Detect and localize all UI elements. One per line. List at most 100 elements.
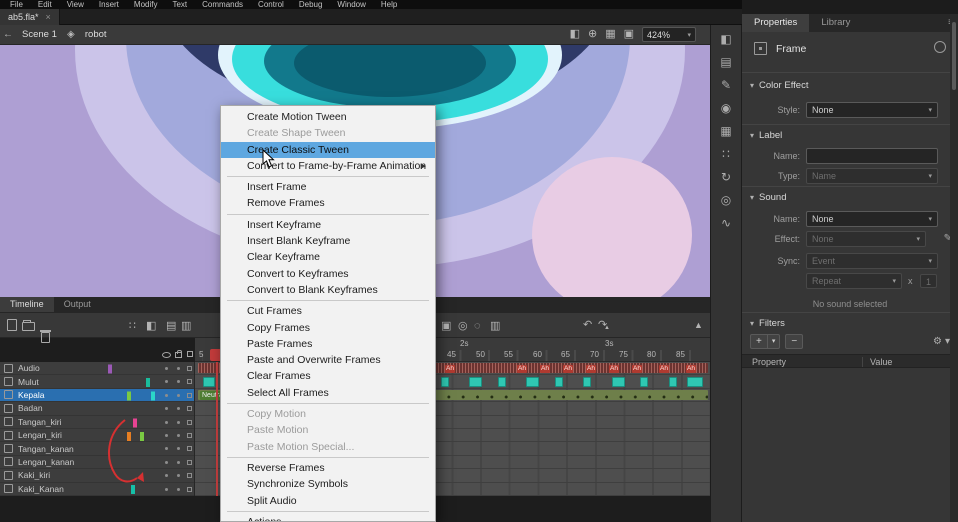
center-frame-icon[interactable]: ▣ (441, 320, 451, 332)
info-panel-icon[interactable]: ◉ (721, 102, 731, 114)
breadcrumb-scene[interactable]: Scene 1 (22, 29, 57, 40)
menu-item-remove-frames[interactable]: Remove Frames (221, 195, 435, 211)
sound-name-dropdown[interactable]: None ▾ (806, 211, 938, 227)
section-filters[interactable]: Filters (750, 318, 785, 329)
menu-item-convert-to-keyframes[interactable]: Convert to Keyframes (221, 266, 435, 282)
style-dropdown[interactable]: None ▾ (806, 102, 938, 118)
clip-content-icon[interactable]: ▣ (624, 27, 634, 40)
zoom-select[interactable]: 424% ▾ (642, 27, 696, 42)
chevron-down-icon[interactable]: ▾ (767, 335, 780, 348)
onion-outline-icon[interactable]: ◌ (474, 320, 481, 332)
section-label[interactable]: Label (750, 130, 782, 141)
dot-grid-icon[interactable]: ∷ (129, 320, 136, 332)
fragments-panel-icon[interactable]: ∷ (722, 148, 730, 160)
menu-help[interactable]: Help (381, 0, 397, 9)
plus-icon[interactable]: + (751, 335, 767, 348)
remove-filter-button[interactable]: − (785, 334, 803, 349)
menu-item-insert-frame[interactable]: Insert Frame (221, 179, 435, 195)
menu-item-split-audio[interactable]: Split Audio (221, 493, 435, 509)
frames-panel-icon[interactable]: ▤ (720, 56, 731, 68)
menu-item-insert-keyframe[interactable]: Insert Keyframe (221, 217, 435, 233)
panel-options-icon[interactable] (934, 41, 946, 53)
pencil-panel-icon[interactable]: ✎ (721, 79, 731, 91)
sound-name-label: Name: (742, 211, 800, 228)
keyframe-cell[interactable] (669, 377, 677, 388)
camera-icon[interactable]: ◧ (570, 27, 580, 40)
advanced-layers-icon[interactable]: ▤ (166, 320, 176, 332)
step-back-icon[interactable]: ↶ (583, 319, 592, 331)
section-color-effect[interactable]: Color Effect (750, 80, 808, 91)
tab-properties[interactable]: Properties (742, 14, 809, 32)
menu-item-paste-overwrite-frames[interactable]: Paste and Overwrite Frames (221, 352, 435, 368)
keyframe-cell[interactable] (612, 377, 625, 388)
keyframe-cell[interactable] (583, 377, 591, 388)
eye-column-icon[interactable] (162, 352, 171, 358)
menu-item-paste-frames[interactable]: Paste Frames (221, 336, 435, 352)
scrollbar-thumb[interactable] (952, 22, 956, 90)
menu-view[interactable]: View (67, 0, 84, 9)
breadcrumb-symbol[interactable]: robot (85, 29, 107, 40)
target-panel-icon[interactable]: ◎ (721, 194, 731, 206)
menu-file[interactable]: File (10, 0, 23, 9)
section-sound[interactable]: Sound (750, 192, 787, 203)
menu-item-select-all-frames[interactable]: Select All Frames (221, 385, 435, 401)
menu-item-cut-frames[interactable]: Cut Frames (221, 303, 435, 319)
playhead-line[interactable] (216, 362, 218, 496)
menu-item-create-classic-tween[interactable]: Create Classic Tween (221, 142, 435, 158)
menu-edit[interactable]: Edit (38, 0, 52, 9)
keyframe-cell[interactable] (640, 377, 648, 388)
zoom-out-icon[interactable]: ▲ (604, 322, 610, 334)
layer-panel-icon[interactable]: ▥ (181, 320, 191, 332)
menu-item-convert-to-blank-keyframes[interactable]: Convert to Blank Keyframes (221, 282, 435, 298)
keyframe-cell[interactable] (555, 377, 563, 388)
document-tab[interactable]: ab5.fla* × (0, 9, 60, 25)
edit-multiple-frames-icon[interactable]: ▥ (490, 320, 500, 332)
menu-item-insert-blank-keyframe[interactable]: Insert Blank Keyframe (221, 233, 435, 249)
camera-layer-icon[interactable]: ◧ (146, 320, 156, 332)
menu-control[interactable]: Control (258, 0, 284, 9)
menu-text[interactable]: Text (172, 0, 187, 9)
menu-item-clear-frames[interactable]: Clear Frames (221, 368, 435, 384)
menu-item-actions[interactable]: Actions (221, 514, 435, 522)
tab-library[interactable]: Library (809, 14, 862, 32)
menu-commands[interactable]: Commands (202, 0, 243, 9)
grid-panel-icon[interactable]: ▦ (720, 125, 731, 137)
delete-layer-icon[interactable] (41, 332, 50, 343)
graph-panel-icon[interactable]: ∿ (721, 217, 731, 229)
menu-item-synchronize-symbols[interactable]: Synchronize Symbols (221, 476, 435, 492)
scrollbar[interactable] (950, 14, 958, 522)
menu-insert[interactable]: Insert (99, 0, 119, 9)
tab-output[interactable]: Output (54, 297, 101, 312)
keyframe-cell[interactable] (203, 377, 215, 388)
new-folder-icon[interactable] (22, 322, 35, 331)
tab-timeline[interactable]: Timeline (0, 297, 54, 312)
fit-stage-icon[interactable]: ⊕ (588, 27, 597, 40)
keyframe-cell[interactable] (441, 377, 449, 388)
new-layer-icon[interactable] (7, 319, 17, 331)
camera-panel-icon[interactable]: ◧ (720, 33, 731, 45)
menu-item-reverse-frames[interactable]: Reverse Frames (221, 460, 435, 476)
close-tab-icon[interactable]: × (46, 12, 51, 22)
grid-icon[interactable]: ▦ (605, 27, 615, 40)
menu-window[interactable]: Window (337, 0, 365, 9)
menu-item-convert-frame-by-frame[interactable]: Convert to Frame-by-Frame Animation▶ (221, 158, 435, 174)
zoom-in-icon[interactable]: ▲ (694, 319, 703, 331)
menu-item-copy-frames[interactable]: Copy Frames (221, 320, 435, 336)
menu-item-clear-keyframe[interactable]: Clear Keyframe (221, 249, 435, 265)
add-filter-button[interactable]: + ▾ (750, 334, 780, 349)
minus-icon[interactable]: − (786, 335, 802, 348)
keyframe-cell[interactable] (498, 377, 506, 388)
label-name-input[interactable] (806, 148, 938, 164)
gear-icon[interactable]: ⚙ (933, 336, 942, 347)
keyframe-cell[interactable] (687, 377, 703, 388)
history-panel-icon[interactable]: ↻ (721, 171, 731, 183)
lock-column-icon[interactable] (175, 352, 182, 358)
menu-debug[interactable]: Debug (299, 0, 323, 9)
menu-item-create-motion-tween[interactable]: Create Motion Tween (221, 109, 435, 125)
outline-column-icon[interactable] (187, 351, 193, 357)
keyframe-cell[interactable] (526, 377, 539, 388)
back-arrow-icon[interactable]: ← (0, 29, 16, 40)
menu-modify[interactable]: Modify (134, 0, 158, 9)
onion-skin-icon[interactable]: ◎ (458, 320, 468, 332)
keyframe-cell[interactable] (469, 377, 482, 388)
